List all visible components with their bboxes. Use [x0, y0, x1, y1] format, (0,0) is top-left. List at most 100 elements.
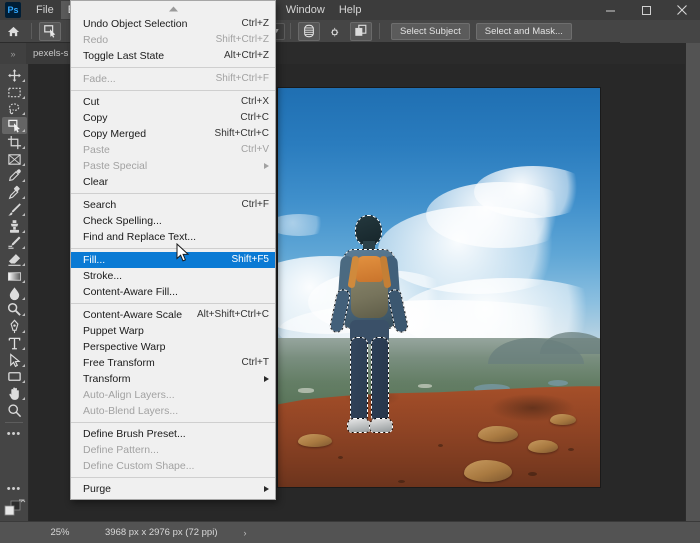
menu-item-shortcut: Shift+Ctrl+C	[215, 126, 269, 142]
menu-item-fill[interactable]: Fill...Shift+F5	[71, 252, 275, 268]
menu-item-label: Clear	[83, 174, 269, 190]
right-panel-strip[interactable]	[685, 43, 700, 521]
menu-file[interactable]: File	[29, 1, 61, 19]
rectangular-marquee-tool[interactable]	[2, 84, 27, 101]
menu-item-label: Check Spelling...	[83, 213, 269, 229]
zoom-level[interactable]: 25%	[29, 527, 91, 538]
menu-item-cut[interactable]: CutCtrl+X	[71, 94, 275, 110]
more-tools-button[interactable]: •••	[2, 425, 27, 442]
document-canvas[interactable]	[278, 88, 600, 487]
menu-item-transform[interactable]: Transform	[71, 371, 275, 387]
menu-item-label: Search	[83, 197, 228, 213]
menu-item-free-transform[interactable]: Free TransformCtrl+T	[71, 355, 275, 371]
menu-divider	[71, 303, 275, 304]
zoom-tool[interactable]	[2, 402, 27, 419]
status-expand-icon[interactable]: ›	[244, 528, 247, 538]
eraser-tool[interactable]	[2, 251, 27, 268]
right-options-filler	[620, 20, 700, 43]
menu-item-label: Content-Aware Fill...	[83, 284, 269, 300]
document-tab-name-left: pexels-s	[33, 48, 68, 59]
hiker-leg-left	[351, 338, 367, 422]
menu-item-puppet-warp[interactable]: Puppet Warp	[71, 323, 275, 339]
dodge-tool[interactable]	[2, 302, 27, 319]
menu-item-clear[interactable]: Clear	[71, 174, 275, 190]
menu-item-label: Perspective Warp	[83, 339, 269, 355]
menu-item-copy-merged[interactable]: Copy MergedShift+Ctrl+C	[71, 126, 275, 142]
blur-tool[interactable]	[2, 285, 27, 302]
submenu-arrow-icon	[264, 163, 269, 169]
gradient-tool[interactable]	[2, 268, 27, 285]
menu-item-shortcut: Ctrl+F	[242, 197, 270, 213]
menu-item-purge[interactable]: Purge	[71, 481, 275, 497]
menu-item-toggle-last-state[interactable]: Toggle Last State Alt+Ctrl+Z	[71, 48, 275, 64]
maximize-button[interactable]	[628, 0, 664, 20]
selected-subject-hiker[interactable]	[330, 216, 408, 441]
pen-tool[interactable]	[2, 318, 27, 335]
crop-tool[interactable]	[2, 134, 27, 151]
tool-settings-gear-icon[interactable]	[324, 22, 346, 41]
menu-window[interactable]: Window	[279, 1, 332, 19]
menu-item-define-pattern: Define Pattern...	[71, 442, 275, 458]
menu-item-label: Cut	[83, 94, 227, 110]
select-and-mask-button[interactable]: Select and Mask...	[476, 23, 572, 40]
brush-tool[interactable]	[2, 201, 27, 218]
lasso-tool[interactable]	[2, 101, 27, 118]
menu-item-shortcut: Alt+Ctrl+Z	[224, 48, 269, 64]
history-brush-tool[interactable]	[2, 235, 27, 252]
frame-tool[interactable]	[2, 151, 27, 168]
minimize-button[interactable]	[592, 0, 628, 20]
menu-item-content-aware-scale[interactable]: Content-Aware ScaleAlt+Shift+Ctrl+C	[71, 307, 275, 323]
menu-item-stroke[interactable]: Stroke...	[71, 268, 275, 284]
menu-item-copy[interactable]: CopyCtrl+C	[71, 110, 275, 126]
hiker-backpack-top	[356, 256, 383, 282]
menu-item-label: Fill...	[83, 252, 217, 268]
menu-item-undo-object-selection[interactable]: Undo Object Selection Ctrl+Z	[71, 16, 275, 32]
foreground-background-colors[interactable]	[2, 499, 27, 521]
menu-item-find-and-replace-text[interactable]: Find and Replace Text...	[71, 229, 275, 245]
menu-item-label: Undo Object Selection	[83, 16, 228, 32]
close-button[interactable]	[664, 0, 700, 20]
menu-item-paste-special: Paste Special	[71, 158, 275, 174]
move-tool[interactable]	[2, 67, 27, 84]
menu-item-label: Copy	[83, 110, 226, 126]
select-subject-button[interactable]: Select Subject	[391, 23, 470, 40]
rectangle-tool[interactable]	[2, 369, 27, 386]
menu-item-shortcut: Ctrl+V	[241, 142, 269, 158]
menu-item-content-aware-fill[interactable]: Content-Aware Fill...	[71, 284, 275, 300]
edit-toolbar-button[interactable]: •••	[2, 480, 27, 497]
home-icon[interactable]	[2, 22, 24, 41]
cloud-shape	[474, 166, 592, 218]
menu-item-shortcut: Ctrl+Z	[242, 16, 270, 32]
menu-item-check-spelling[interactable]: Check Spelling...	[71, 213, 275, 229]
object-selection-tool-icon[interactable]	[39, 22, 61, 41]
menu-divider	[71, 422, 275, 423]
menu-item-fade: Fade...Shift+Ctrl+F	[71, 71, 275, 87]
menu-item-define-brush-preset[interactable]: Define Brush Preset...	[71, 426, 275, 442]
menu-item-label: Toggle Last State	[83, 48, 210, 64]
menu-scroll-up-icon[interactable]	[71, 1, 275, 16]
menu-item-label: Free Transform	[83, 355, 228, 371]
panel-collapse-toggle[interactable]: »	[0, 43, 26, 64]
menu-item-perspective-warp[interactable]: Perspective Warp	[71, 339, 275, 355]
menu-help[interactable]: Help	[332, 1, 369, 19]
menu-item-label: Find and Replace Text...	[83, 229, 269, 245]
menu-item-shortcut: Shift+Ctrl+Z	[216, 32, 269, 48]
hand-tool[interactable]	[2, 385, 27, 402]
edit-dropdown-menu[interactable]: Undo Object SelectionCtrl+ZRedoShift+Ctr…	[70, 0, 276, 500]
new-selection-icon[interactable]	[350, 22, 372, 41]
menu-item-define-custom-shape: Define Custom Shape...	[71, 458, 275, 474]
eyedropper-tool[interactable]	[2, 168, 27, 185]
menu-item-label: Stroke...	[83, 268, 269, 284]
menu-item-label: Auto-Blend Layers...	[83, 403, 269, 419]
clone-stamp-tool[interactable]	[2, 218, 27, 235]
object-selection-tool[interactable]	[2, 117, 27, 134]
spot-healing-brush-tool[interactable]	[2, 184, 27, 201]
select-subject-preview-icon[interactable]	[298, 22, 320, 41]
type-tool[interactable]	[2, 335, 27, 352]
status-bar: 25% 3968 px x 2976 px (72 ppi) ›	[0, 521, 700, 543]
menu-item-label: Purge	[83, 481, 256, 497]
path-selection-tool[interactable]	[2, 352, 27, 369]
menu-item-auto-blend-layers: Auto-Blend Layers...	[71, 403, 275, 419]
menu-item-paste: PasteCtrl+V	[71, 142, 275, 158]
menu-item-search[interactable]: Search Ctrl+F	[71, 197, 275, 213]
